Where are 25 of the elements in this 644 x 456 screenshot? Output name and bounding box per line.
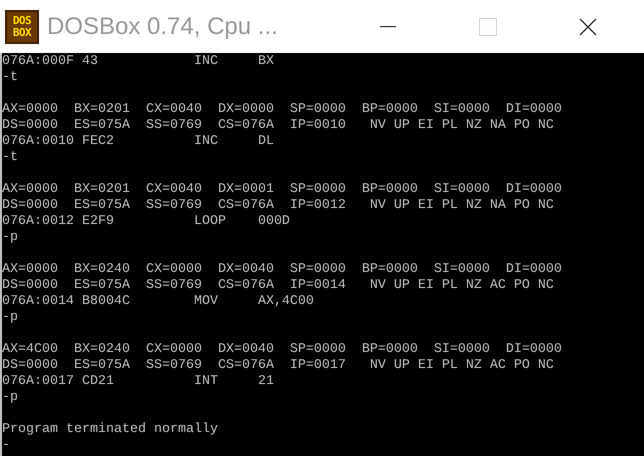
- maximize-icon: [479, 18, 497, 36]
- console-line: -p: [2, 230, 18, 246]
- window-title: DOSBox 0.74, Cpu ...: [47, 12, 278, 42]
- console-line: 076A:0010 FEC2 INC DL: [2, 134, 274, 150]
- console-line: DS=0000 ES=075A SS=0769 CS=076A IP=0017 NV UP EI PL NZ AC PO NC: [2, 358, 554, 374]
- console-line: AX=4C00 BX=0240 CX=0000 DX=0040 SP=0000 BP=0000 SI=0000 DI=0000: [2, 342, 562, 358]
- console-line: -p: [2, 310, 18, 326]
- close-icon: [579, 18, 597, 36]
- console-line: AX=0000 BX=0240 CX=0000 DX=0040 SP=0000 BP=0000 SI=0000 DI=0000: [2, 262, 562, 278]
- console-line: Program terminated normally: [2, 422, 218, 438]
- console-line: 076A:0014 B8004C MOV AX,4C00: [2, 294, 314, 310]
- console-line: DS=0000 ES=075A SS=0769 CS=076A IP=0012 NV UP EI PL NZ NA PO NC: [2, 198, 554, 214]
- console-line: -t: [2, 70, 18, 86]
- console-line: 076A:000F 43 INC BX: [2, 54, 274, 70]
- console-line: 076A:0012 E2F9 LOOP 000D: [2, 214, 290, 230]
- console-line: -p: [2, 390, 18, 406]
- minimize-icon: [380, 26, 396, 28]
- console-line: DS=0000 ES=075A SS=0769 CS=076A IP=0014 NV UP EI PL NZ AC PO NC: [2, 278, 554, 294]
- console-line: -: [2, 438, 10, 454]
- console-line: -t: [2, 150, 18, 166]
- console-line: 076A:0017 CD21 INT 21: [2, 374, 274, 390]
- console-line: DS=0000 ES=075A SS=0769 CS=076A IP=0010 NV UP EI PL NZ NA PO NC: [2, 118, 554, 134]
- console-line: AX=0000 BX=0201 CX=0040 DX=0001 SP=0000 BP=0000 SI=0000 DI=0000: [2, 182, 562, 198]
- console-line: AX=0000 BX=0201 CX=0040 DX=0000 SP=0000 BP=0000 SI=0000 DI=0000: [2, 102, 562, 118]
- dosbox-logo: DOS BOX: [5, 10, 39, 44]
